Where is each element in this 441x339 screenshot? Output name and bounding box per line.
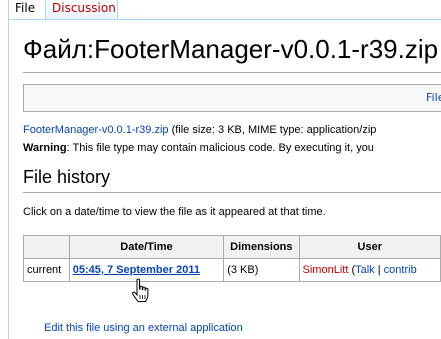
page-title: Файл:FooterManager-v0.0.1-r39.zip	[23, 34, 439, 64]
user-link[interactable]: SimonLitt	[303, 264, 349, 276]
contribs-link[interactable]: contrib	[384, 264, 417, 276]
file-download-link[interactable]: FooterManager-v0.0.1-r39.zip	[23, 124, 169, 136]
hand-pointer-cursor-icon	[132, 278, 149, 302]
column-header-dimensions: Dimensions	[223, 235, 300, 259]
warning-text: : This file type may contain malicious c…	[66, 142, 374, 154]
datetime-link[interactable]: 05:45, 7 September 2011	[73, 264, 200, 276]
history-instructions: Click on a date/time to view the file as…	[23, 206, 326, 218]
column-header-user: User	[298, 235, 441, 259]
warning-label: Warning	[23, 142, 67, 154]
warning-message: Warning: This file type may contain mali…	[23, 142, 374, 154]
edit-external-link[interactable]: Edit this file using an external applica…	[44, 322, 243, 334]
row-user-cell: SimonLitt (Talk | contrib	[298, 258, 441, 282]
filetoc-file-link[interactable]: File	[426, 91, 441, 104]
title-divider	[23, 72, 441, 73]
file-info: FooterManager-v0.0.1-r39.zip (file size:…	[23, 124, 376, 136]
talk-link[interactable]: Talk	[355, 264, 375, 276]
column-header-datetime: Date/Time	[68, 235, 225, 259]
row-status: current	[23, 258, 70, 282]
file-history-table: Date/Time Dimensions User current 05:45,…	[23, 235, 441, 282]
tab-file[interactable]: File	[8, 0, 46, 19]
row-dimensions: (3 KB)	[223, 258, 300, 282]
file-details: (file size: 3 KB, MIME type: application…	[168, 124, 377, 136]
table-row: current 05:45, 7 September 2011 (3 KB) S…	[23, 258, 441, 282]
column-header-blank	[23, 235, 70, 259]
section-divider	[23, 192, 441, 193]
page-tabs: File Discussion	[0, 0, 441, 20]
file-history-heading: File history	[23, 167, 111, 187]
tab-discussion[interactable]: Discussion	[46, 0, 118, 19]
link-separator: |	[374, 264, 384, 276]
table-header-row: Date/Time Dimensions User	[23, 235, 441, 259]
file-toc-bar: File	[23, 84, 441, 112]
